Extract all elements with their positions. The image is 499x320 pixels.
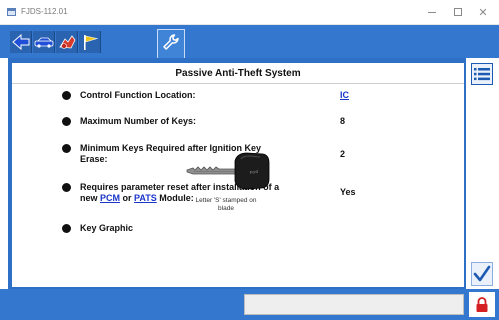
- key-caption-line: blade: [218, 205, 234, 212]
- app-icon: [7, 8, 16, 16]
- label-text: new: [80, 193, 101, 203]
- row-label: Control Function Location:: [80, 90, 196, 100]
- panel-title: Passive Anti-Theft System: [12, 63, 464, 84]
- maximize-button[interactable]: [447, 3, 469, 21]
- status-field: [244, 294, 464, 315]
- vehicle-button[interactable]: [33, 31, 55, 53]
- tab-tools[interactable]: [157, 29, 185, 58]
- label-text: or: [120, 193, 135, 203]
- pats-link[interactable]: PATS: [134, 193, 157, 203]
- bullet-icon: [62, 117, 71, 126]
- pcm-link[interactable]: PCM: [100, 193, 120, 203]
- confirm-button[interactable]: [471, 262, 493, 286]
- lock-indicator: [469, 292, 495, 317]
- wrench-icon: [163, 34, 179, 50]
- row-value: 8: [340, 116, 346, 126]
- row-value: 2: [340, 149, 346, 159]
- minimize-button[interactable]: [421, 3, 443, 21]
- key-caption: Letter 'S' stamped on blade: [176, 197, 276, 213]
- lock-icon: [476, 296, 488, 312]
- bullet-icon: [62, 144, 71, 153]
- bullet-icon: [62, 183, 71, 192]
- key-graphic: Ford: [186, 152, 270, 190]
- list-view-button[interactable]: [471, 63, 493, 85]
- back-arrow-icon: [12, 33, 30, 51]
- minimize-icon: [428, 11, 436, 13]
- key-caption-line: Letter 'S' stamped on: [195, 197, 257, 204]
- row-label: Maximum Number of Keys:: [80, 116, 197, 126]
- bullet-icon: [62, 91, 71, 100]
- bullet-icon: [62, 224, 71, 233]
- side-strip: [466, 58, 499, 289]
- row-label: Key Graphic: [80, 223, 134, 233]
- window-title: FJDS-112.01: [21, 7, 68, 16]
- maximize-icon: [454, 8, 462, 16]
- toolbar: [0, 25, 499, 58]
- close-icon: ✕: [478, 6, 488, 19]
- list-icon: [474, 68, 490, 81]
- flag-button[interactable]: [79, 31, 101, 53]
- vehicle-icon: [34, 37, 54, 48]
- row-value: Yes: [340, 187, 356, 197]
- flag-icon: [84, 35, 99, 50]
- close-button[interactable]: ✕: [472, 3, 494, 21]
- checkmark-icon: [473, 265, 491, 282]
- control-function-location-link[interactable]: IC: [340, 90, 349, 100]
- toolbox-icon: [59, 35, 76, 49]
- toolbox-button[interactable]: [56, 31, 78, 53]
- title-bar: FJDS-112.01 ✕: [0, 0, 499, 25]
- back-button[interactable]: [10, 31, 32, 53]
